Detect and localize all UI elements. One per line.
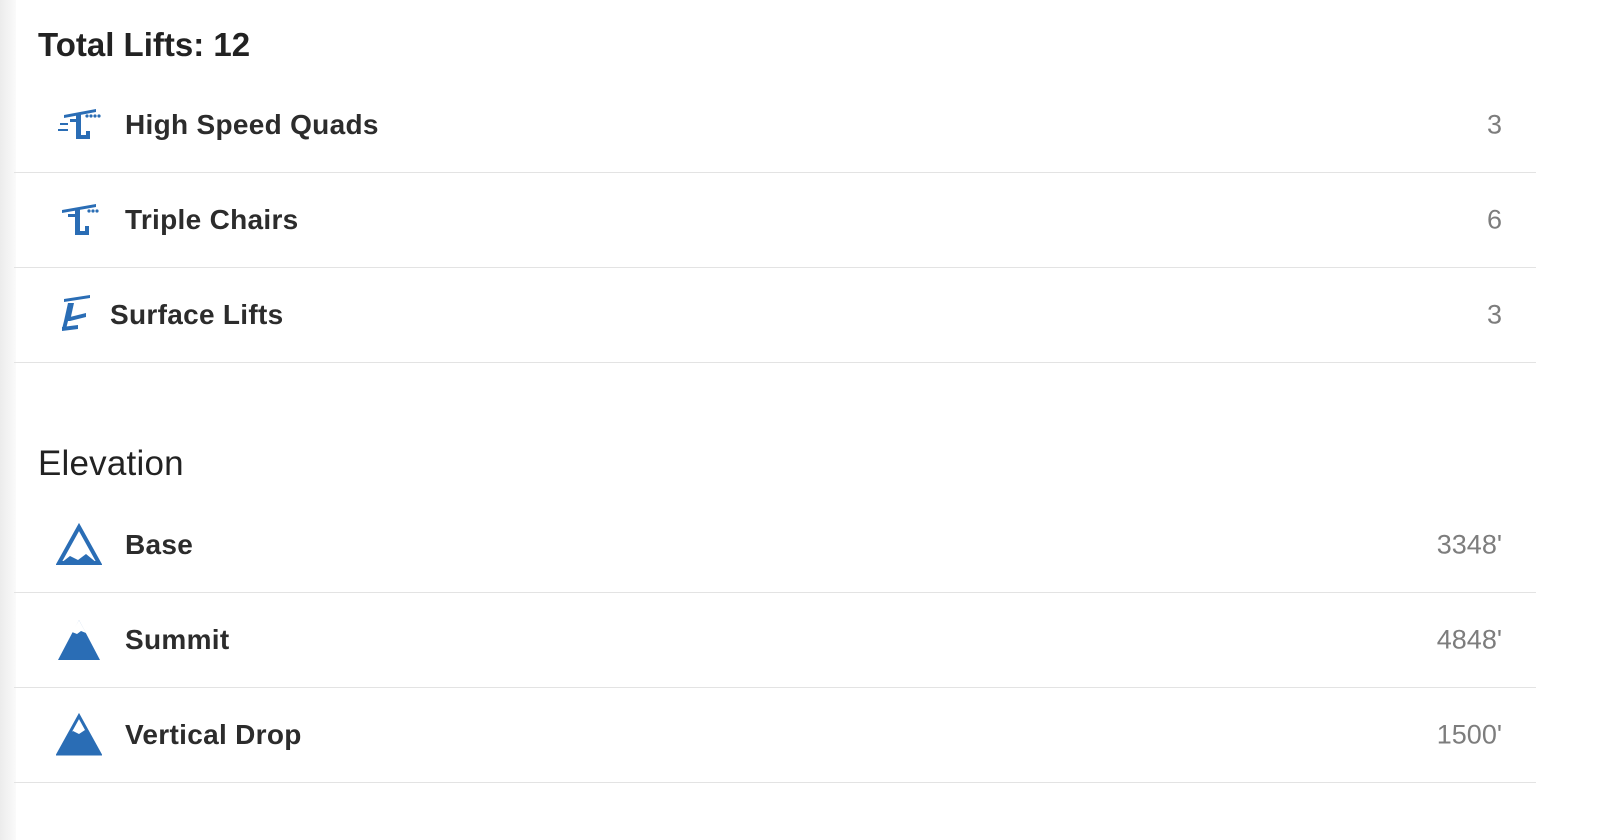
list-item-base[interactable]: Base 3348': [14, 498, 1536, 593]
resort-stats-panel: Total Lifts: 12 High Speed Quads 3 Tripl…: [14, 0, 1536, 783]
list-item-value: 3: [1486, 299, 1502, 330]
list-item-triple-chairs[interactable]: Triple Chairs 6: [14, 173, 1536, 268]
mountain-vertical-drop-icon: [56, 712, 102, 758]
list-item-value: 4848': [1436, 624, 1502, 655]
lifts-list: High Speed Quads 3 Triple Chairs 6 Surfa…: [14, 78, 1536, 363]
list-item-label: Base: [125, 529, 194, 560]
list-item-vertical-drop[interactable]: Vertical Drop 1500': [14, 688, 1536, 783]
list-item-value: 3348': [1436, 529, 1502, 560]
list-item-label: High Speed Quads: [125, 109, 379, 140]
list-item-label: Triple Chairs: [125, 204, 299, 235]
triple-chair-lift-icon: [56, 197, 102, 243]
list-item-label: Surface Lifts: [110, 299, 284, 330]
surface-lift-icon: [56, 292, 102, 338]
list-item-label: Summit: [125, 624, 230, 655]
list-item-label: Vertical Drop: [125, 719, 302, 750]
high-speed-quad-lift-icon: [56, 102, 102, 148]
total-lifts-heading: Total Lifts: 12: [38, 26, 251, 63]
list-item-value: 3: [1486, 109, 1502, 140]
elevation-heading: Elevation: [38, 444, 184, 483]
elevation-list: Base 3348' Summit 4848' Vertical Drop 15…: [14, 498, 1536, 783]
list-item-value: 1500': [1436, 719, 1502, 750]
list-item-value: 6: [1486, 204, 1502, 235]
list-item-surface-lifts[interactable]: Surface Lifts 3: [14, 268, 1536, 363]
list-item-summit[interactable]: Summit 4848': [14, 593, 1536, 688]
list-item-high-speed-quads[interactable]: High Speed Quads 3: [14, 78, 1536, 173]
mountain-summit-icon: [56, 617, 102, 663]
mountain-base-icon: [56, 522, 102, 568]
